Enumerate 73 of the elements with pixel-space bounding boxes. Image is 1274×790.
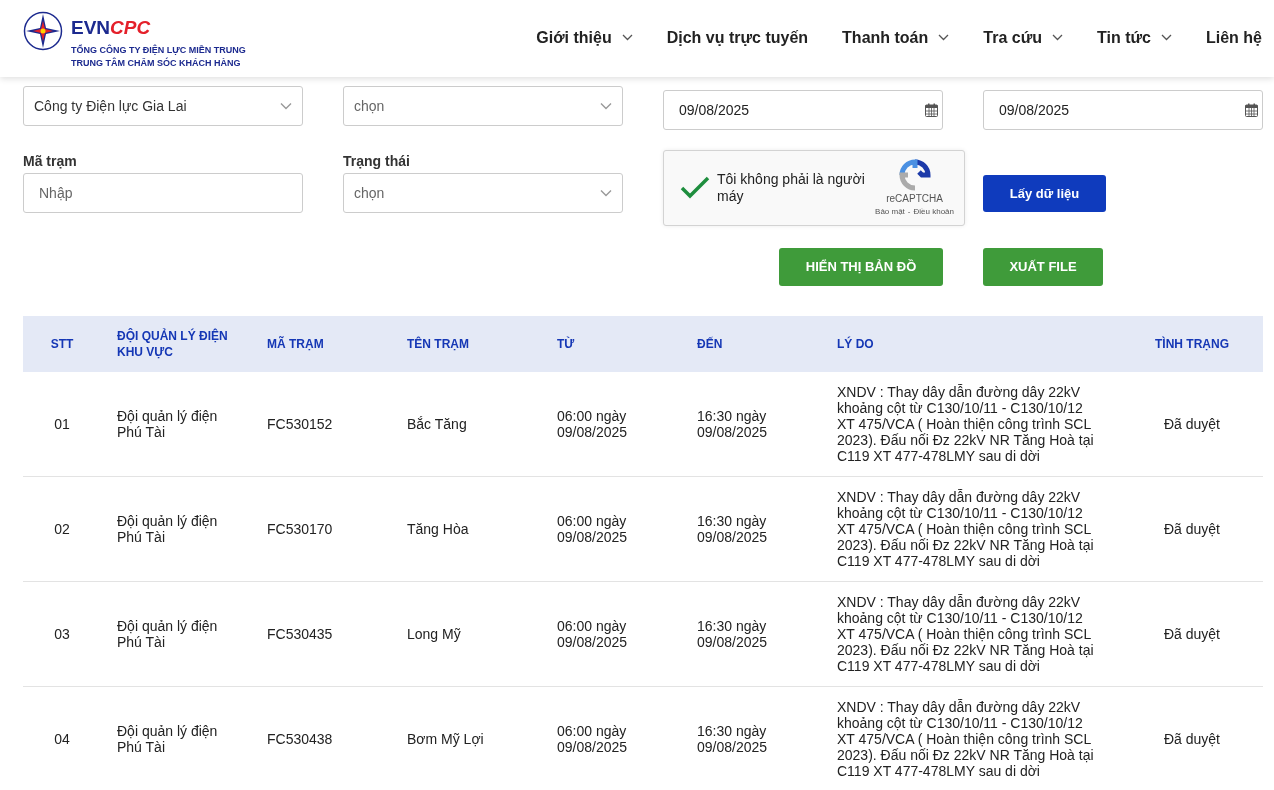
- column-header: ĐẾN: [696, 336, 724, 352]
- table-cell-text: 01: [53, 416, 71, 432]
- logo-subtitle: TỔNG CÔNG TY ĐIỆN LỰC MIỀN TRUNG: [71, 44, 246, 57]
- column-header: STT: [49, 336, 75, 352]
- table-cell-text: Bơm Mỹ Lợi: [406, 731, 485, 747]
- column-header: TỪ: [556, 336, 576, 352]
- table-cell-text: Đã duyệt: [1162, 521, 1221, 537]
- table-cell-text: 16:30 ngày 09/08/2025: [696, 513, 769, 545]
- nav-link[interactable]: Thanh toán: [842, 25, 950, 50]
- link-separator: -: [907, 206, 911, 217]
- table-cell-text: Long Mỹ: [406, 626, 462, 642]
- terms-link[interactable]: Điều khoản: [913, 206, 954, 217]
- table-cell-text: 06:00 ngày 09/08/2025: [556, 723, 629, 755]
- column-header: ĐỘI QUẢN LÝ ĐIỆN KHU VỰC: [116, 328, 229, 360]
- table-cell-text: Đã duyệt: [1162, 416, 1221, 432]
- column-header: LÝ DO: [836, 336, 875, 352]
- logo-star-icon[interactable]: [23, 11, 63, 51]
- recaptcha-logo-icon: [898, 159, 931, 191]
- action-button[interactable]: Lấy dữ liệu: [983, 175, 1106, 212]
- table-cell-text: FC530438: [266, 731, 334, 747]
- calendar-icon[interactable]: [925, 103, 938, 117]
- action-button[interactable]: XUẤT FILE: [983, 248, 1103, 286]
- nav-link[interactable]: Dịch vụ trực tuyến: [666, 25, 809, 50]
- unit-select[interactable]: chọn: [343, 86, 623, 126]
- table-cell-text: 16:30 ngày 09/08/2025: [696, 408, 769, 440]
- date-field[interactable]: 09/08/2025: [983, 90, 1263, 130]
- logo-subtitle: TRUNG TÂM CHĂM SÓC KHÁCH HÀNG: [71, 57, 242, 70]
- table-cell-text: 06:00 ngày 09/08/2025: [556, 618, 629, 650]
- table-cell-text: Tăng Hòa: [406, 521, 470, 537]
- table-cell-text: XNDV : Thay dây dẫn đường dây 22kV khoảng cột từ C130/10/11 - C130/10/12 XT 475/VCA ( Hoàn thiện công trình SCL 2023). Đấu nối Đz 22kV NR Tăng Hoà tại C119 XT 477-478LMY sau di dời: [836, 489, 1095, 569]
- table-cell-text: Đội quản lý điện Phú Tài: [116, 513, 219, 545]
- field-label: Mã trạm: [23, 152, 78, 168]
- recaptcha-checkbox[interactable]: [680, 176, 710, 200]
- table-cell-text: XNDV : Thay dây dẫn đường dây 22kV khoảng cột từ C130/10/11 - C130/10/12 XT 475/VCA ( Hoàn thiện công trình SCL 2023). Đấu nối Đz 22kV NR Tăng Hoà tại C119 XT 477-478LMY sau di dời: [836, 699, 1095, 779]
- table-cell-text: FC530435: [266, 626, 334, 642]
- table-cell-text: 06:00 ngày 09/08/2025: [556, 408, 629, 440]
- brand-name: EVNCPC: [71, 17, 152, 39]
- table-cell-text: XNDV : Thay dây dẫn đường dây 22kV khoảng cột từ C130/10/11 - C130/10/12 XT 475/VCA ( Hoàn thiện công trình SCL 2023). Đấu nối Đz 22kV NR Tăng Hoà tại C119 XT 477-478LMY sau di dời: [836, 594, 1095, 674]
- table-cell-text: 06:00 ngày 09/08/2025: [556, 513, 629, 545]
- status-select[interactable]: chọn: [343, 173, 623, 213]
- table-cell-text: Bắc Tăng: [406, 416, 468, 432]
- table-cell-text: XNDV : Thay dây dẫn đường dây 22kV khoảng cột từ C130/10/11 - C130/10/12 XT 475/VCA ( Hoàn thiện công trình SCL 2023). Đấu nối Đz 22kV NR Tăng Hoà tại C119 XT 477-478LMY sau di dời: [836, 384, 1095, 464]
- nav-link[interactable]: Liên hệ: [1206, 25, 1262, 50]
- table-cell-text: 02: [53, 521, 71, 537]
- recaptcha-label: Tôi không phải là người máy: [717, 171, 866, 205]
- table-cell-text: FC530152: [266, 416, 334, 432]
- table-cell-text: Đã duyệt: [1162, 626, 1221, 642]
- table-cell-text: Đã duyệt: [1162, 731, 1221, 747]
- field-label: Trạng thái: [343, 152, 411, 168]
- company-select[interactable]: Công ty Điện lực Gia Lai: [23, 86, 303, 126]
- chevron-down-icon: [600, 189, 612, 197]
- chevron-down-icon: [280, 102, 292, 110]
- table-cell-text: 16:30 ngày 09/08/2025: [696, 723, 769, 755]
- column-header: TÊN TRẠM: [406, 336, 470, 352]
- action-button[interactable]: HIỂN THỊ BẢN ĐỒ: [779, 248, 943, 286]
- date-field[interactable]: 09/08/2025: [663, 90, 943, 130]
- nav-link[interactable]: Giới thiệu: [536, 25, 633, 50]
- recaptcha-brand: reCAPTCHA: [886, 193, 943, 205]
- nav-link[interactable]: Tra cứu: [983, 25, 1063, 50]
- table-cell-text: Đội quản lý điện Phú Tài: [116, 408, 219, 440]
- station-code-input[interactable]: Nhập: [23, 173, 303, 213]
- nav-link[interactable]: Tin tức: [1097, 25, 1172, 50]
- table-cell-text: 03: [53, 626, 71, 642]
- table-cell-text: Đội quản lý điện Phú Tài: [116, 723, 219, 755]
- table-cell-text: Đội quản lý điện Phú Tài: [116, 618, 219, 650]
- privacy-link[interactable]: Bảo mật: [875, 206, 905, 217]
- column-header: TÌNH TRẠNG: [1154, 336, 1230, 352]
- column-header: MÃ TRẠM: [266, 336, 325, 352]
- table-cell-text: 16:30 ngày 09/08/2025: [696, 618, 769, 650]
- chevron-down-icon: [600, 102, 612, 110]
- calendar-icon[interactable]: [1245, 103, 1258, 117]
- table-cell-text: FC530170: [266, 521, 334, 537]
- table-cell-text: 04: [53, 731, 71, 747]
